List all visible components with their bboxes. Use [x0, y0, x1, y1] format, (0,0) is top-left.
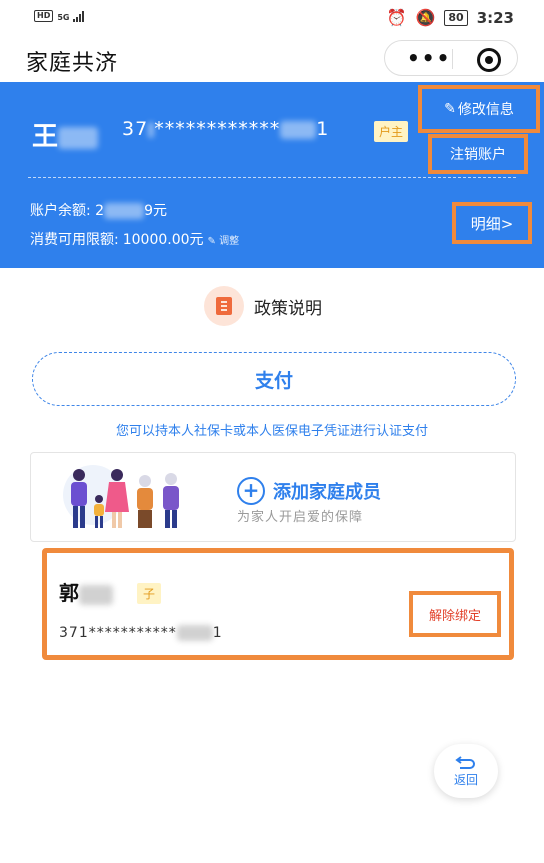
pay-button[interactable]: 支付: [32, 352, 516, 406]
limit-value: 10000.00元: [122, 232, 204, 248]
holder-name-text: 王: [32, 122, 59, 152]
target-icon[interactable]: [477, 48, 501, 72]
balance-suffix: 9元: [144, 203, 168, 219]
member-id-suffix: 1: [212, 625, 223, 641]
signal-status: HD 5G: [34, 10, 85, 22]
name-blur: [58, 126, 99, 149]
holder-id-prefix: 37: [122, 118, 149, 140]
member-id-masked: ***********: [88, 625, 177, 641]
system-status: ⏰ 🔕 80 3:23: [387, 8, 514, 27]
signal-icon: [73, 10, 85, 22]
page-title: 家庭共济: [26, 51, 119, 76]
status-bar: HD 5G ⏰ 🔕 80 3:23: [0, 0, 544, 36]
member-name-text: 郭: [59, 581, 79, 605]
add-member-title: 添加家庭成员: [273, 482, 381, 503]
edit-info-label: 修改信息: [457, 102, 514, 118]
holder-id-suffix: 1: [316, 118, 330, 140]
detail-button[interactable]: 明细>: [452, 202, 532, 244]
family-illustration-icon: [63, 465, 179, 528]
member-name-blur: [79, 584, 113, 605]
add-family-member-card[interactable]: + 添加家庭成员 为家人开启爱的保障: [30, 452, 516, 542]
cancel-account-button[interactable]: 注销账户: [428, 134, 528, 174]
edit-info-button[interactable]: ✎ 修改信息: [418, 85, 540, 133]
clock: 3:23: [476, 8, 514, 27]
unbind-button[interactable]: 解除绑定: [409, 591, 501, 637]
edit-icon: ✎: [207, 236, 216, 247]
policy-label: 政策说明: [254, 298, 322, 319]
mute-icon: 🔕: [415, 8, 436, 27]
detail-label: 明细>: [470, 214, 514, 233]
balance-label: 账户余额:: [30, 203, 91, 219]
spending-limit: 消费可用限额: 10000.00元 ✎ 调整: [30, 229, 239, 249]
pay-hint: 您可以持本人社保卡或本人医保电子凭证进行认证支付: [115, 424, 428, 439]
role-tag: 户主: [374, 121, 409, 142]
ellipsis-icon[interactable]: •••: [407, 48, 451, 68]
balance-blur: [104, 203, 145, 219]
mini-program-capsule: •••: [384, 40, 518, 76]
balance-prefix: 2: [95, 203, 105, 219]
member-id-blur: [176, 625, 213, 641]
holder-id-masked: ************: [154, 118, 281, 140]
policy-link[interactable]: 政策说明: [204, 286, 322, 326]
adjust-limit-link[interactable]: ✎ 调整: [208, 232, 240, 247]
member-id: 371*********** 1: [59, 625, 223, 641]
network-type: 5G: [57, 13, 70, 22]
hd-badge: HD: [34, 10, 54, 22]
family-member-card: 郭 子 371*********** 1 解除绑定: [42, 548, 514, 660]
battery-icon: 80: [444, 9, 468, 26]
id-blur-2: [280, 120, 317, 139]
id-blur-1: [148, 121, 155, 138]
add-member-row: + 添加家庭成员: [237, 477, 381, 505]
holder-name: 王: [32, 116, 99, 153]
holder-id: 37 ************ 1: [122, 118, 329, 140]
title-bar: 家庭共济 •••: [0, 36, 544, 82]
return-arrow-icon: [455, 755, 475, 769]
account-card: 王 37 ************ 1 户主 ✎ 修改信息 注销账户 账户余额: 2…: [0, 82, 544, 268]
member-relation-tag: 子: [137, 583, 162, 604]
member-id-prefix: 371: [59, 625, 89, 641]
limit-label: 消费可用限额:: [30, 232, 119, 248]
unbind-label: 解除绑定: [428, 608, 481, 624]
back-label: 返回: [453, 772, 478, 787]
divider: [28, 177, 516, 178]
alarm-icon: ⏰: [386, 8, 407, 27]
capsule-divider: [452, 49, 453, 69]
plus-icon: +: [237, 477, 265, 505]
account-balance: 账户余额: 2 9元: [30, 200, 167, 220]
adjust-label: 调整: [219, 236, 240, 247]
pay-label: 支付: [254, 369, 293, 392]
edit-icon: ✎: [444, 101, 456, 117]
back-button[interactable]: 返回: [434, 744, 498, 798]
cancel-account-label: 注销账户: [450, 147, 506, 163]
member-name: 郭: [59, 577, 113, 606]
document-icon: [204, 286, 244, 326]
add-member-subtitle: 为家人开启爱的保障: [237, 510, 364, 525]
